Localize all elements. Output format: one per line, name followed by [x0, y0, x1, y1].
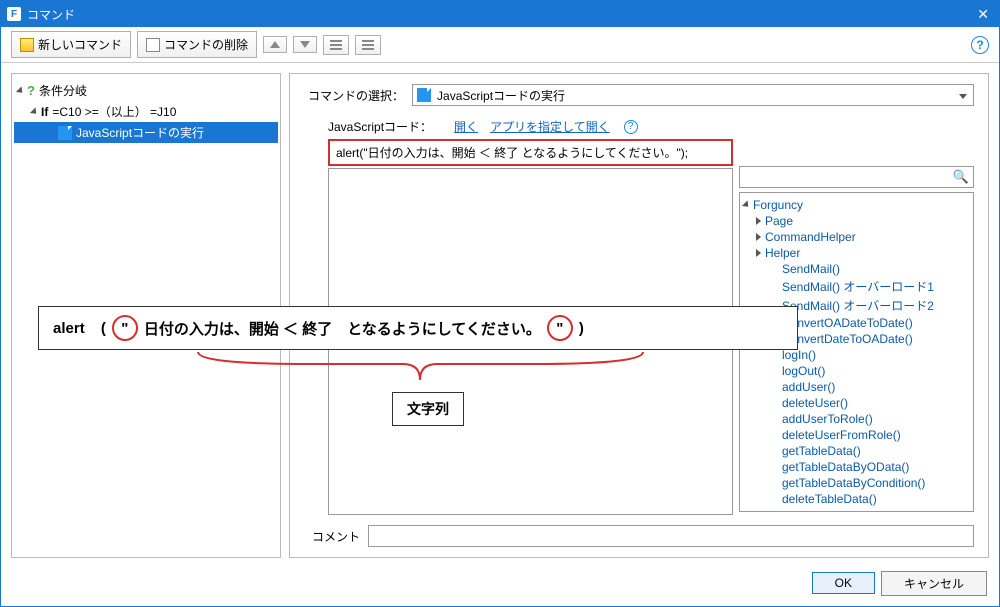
- document-icon: [58, 126, 72, 140]
- question-icon: ?: [27, 83, 35, 98]
- help-small-icon[interactable]: ?: [624, 120, 638, 134]
- api-func[interactable]: deleteUser(): [742, 395, 971, 411]
- close-icon[interactable]: ✕: [973, 6, 993, 23]
- new-icon: [20, 38, 34, 52]
- app-icon: F: [7, 7, 21, 21]
- api-node[interactable]: CommandHelper: [742, 229, 971, 245]
- api-func[interactable]: addUser(): [742, 379, 971, 395]
- list1-button[interactable]: [323, 35, 349, 55]
- tree-root[interactable]: ? 条件分岐: [14, 80, 278, 101]
- window-title: コマンド: [27, 6, 75, 23]
- api-func[interactable]: getTableDataByOData(): [742, 459, 971, 475]
- api-search-input[interactable]: 🔍: [739, 166, 974, 188]
- api-func[interactable]: SendMail(): [742, 261, 971, 277]
- api-func[interactable]: getTableDataByCondition(): [742, 475, 971, 491]
- code-editor[interactable]: [328, 168, 733, 515]
- tree-js-label: JavaScriptコードの実行: [76, 124, 204, 141]
- expand-icon: [16, 86, 25, 95]
- comment-label: コメント: [312, 528, 360, 545]
- if-expression: =C10 >=（以上） =J10: [52, 103, 176, 120]
- toolbar: 新しいコマンド コマンドの削除 ?: [1, 27, 999, 63]
- delete-icon: [146, 38, 160, 52]
- api-func[interactable]: logIn(): [742, 347, 971, 363]
- dialog-footer: OK キャンセル: [1, 568, 999, 598]
- document-icon: [417, 88, 431, 102]
- dropdown-icon: [955, 87, 971, 105]
- api-func[interactable]: addUserToRole(): [742, 411, 971, 427]
- arrow-down-icon: [300, 41, 310, 48]
- list2-button[interactable]: [355, 35, 381, 55]
- cancel-button[interactable]: キャンセル: [881, 571, 987, 596]
- code-highlight-box: alert("日付の入力は、開始 ＜ 終了 となるようにしてください。");: [328, 139, 733, 166]
- api-func[interactable]: deleteTableData(): [742, 491, 971, 507]
- help-icon[interactable]: ?: [971, 36, 989, 54]
- api-node[interactable]: Page: [742, 213, 971, 229]
- api-func[interactable]: logOut(): [742, 363, 971, 379]
- comment-input[interactable]: [368, 525, 974, 547]
- ok-button[interactable]: OK: [812, 572, 875, 594]
- command-tree: ? 条件分岐 If =C10 >=（以上） =J10 JavaScriptコード…: [11, 73, 281, 558]
- search-icon: 🔍: [953, 169, 969, 185]
- api-func[interactable]: SendMail() オーバーロード2: [742, 296, 971, 315]
- delete-command-button[interactable]: コマンドの削除: [137, 31, 257, 58]
- open-with-app-link[interactable]: アプリを指定して開く: [490, 118, 610, 135]
- api-func[interactable]: ConvertOADateToDate(): [742, 315, 971, 331]
- api-func[interactable]: ConvertDateToOADate(): [742, 331, 971, 347]
- api-func[interactable]: getTableData(): [742, 443, 971, 459]
- api-root[interactable]: Forguncy: [742, 197, 971, 213]
- js-code-label: JavaScriptコード：: [328, 118, 432, 135]
- api-tree[interactable]: Forguncy Page CommandHelper HelperSendMa…: [739, 192, 974, 512]
- move-down-button[interactable]: [293, 36, 317, 53]
- move-up-button[interactable]: [263, 36, 287, 53]
- expand-icon: [30, 107, 39, 116]
- tree-if[interactable]: If =C10 >=（以上） =J10: [14, 101, 278, 122]
- command-detail-panel: コマンドの選択： JavaScriptコードの実行 JavaScriptコード：…: [289, 73, 989, 558]
- api-func[interactable]: SendMail() オーバーロード1: [742, 277, 971, 296]
- new-command-label: 新しいコマンド: [38, 36, 122, 53]
- code-line: alert("日付の入力は、開始 ＜ 終了 となるようにしてください。");: [336, 146, 688, 160]
- titlebar: F コマンド ✕: [1, 1, 999, 27]
- new-command-button[interactable]: 新しいコマンド: [11, 31, 131, 58]
- tree-root-label: 条件分岐: [39, 82, 87, 99]
- delete-command-label: コマンドの削除: [164, 36, 248, 53]
- select-label: コマンドの選択：: [308, 87, 404, 104]
- list2-icon: [362, 40, 374, 50]
- command-select[interactable]: JavaScriptコードの実行: [412, 84, 974, 106]
- command-select-value: JavaScriptコードの実行: [437, 87, 565, 104]
- open-link[interactable]: 開く: [454, 118, 478, 135]
- api-func[interactable]: deleteUserFromRole(): [742, 427, 971, 443]
- tree-js-exec[interactable]: JavaScriptコードの実行: [14, 122, 278, 143]
- if-keyword: If: [41, 105, 48, 119]
- arrow-up-icon: [270, 41, 280, 48]
- api-node[interactable]: Helper: [742, 245, 971, 261]
- list-icon: [330, 40, 342, 50]
